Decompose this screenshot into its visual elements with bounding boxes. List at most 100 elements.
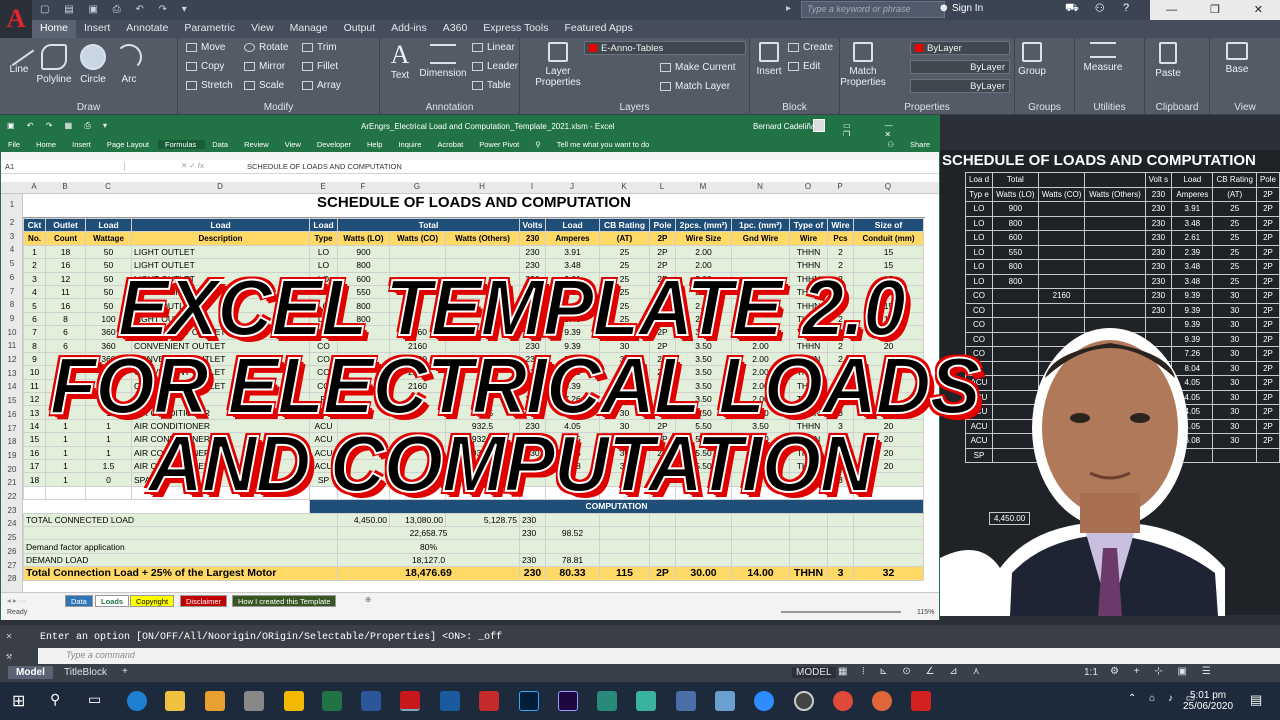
column-subtitle[interactable]: Type <box>309 231 338 246</box>
table-cell[interactable] <box>731 552 790 568</box>
column-subtitle[interactable]: Pcs <box>827 231 854 246</box>
table-cell[interactable] <box>827 512 854 527</box>
table-cell[interactable]: 230 <box>519 525 546 541</box>
model-space-toggle[interactable]: MODEL <box>792 667 836 678</box>
table-cell[interactable] <box>85 485 132 501</box>
column-title[interactable]: Size of <box>853 217 924 233</box>
sheet-tab-disclaimer[interactable]: Disclaimer <box>180 595 228 607</box>
tab-express-tools[interactable]: Express Tools <box>475 20 556 38</box>
row-header[interactable]: 13 <box>1 369 23 378</box>
column-header[interactable]: I <box>519 182 545 191</box>
table-cell[interactable]: 1 <box>23 244 46 260</box>
table-cell[interactable]: 230 <box>519 566 546 581</box>
edge-icon[interactable] <box>127 691 147 711</box>
mirror-button[interactable]: Mirror <box>244 61 285 72</box>
table-cell[interactable]: 5 <box>23 298 46 313</box>
zoom-slider[interactable] <box>781 611 901 613</box>
powerbi-icon[interactable] <box>284 691 304 711</box>
table-cell[interactable] <box>789 512 828 527</box>
array-button[interactable]: Array <box>302 80 341 91</box>
tab-output[interactable]: Output <box>336 20 384 38</box>
table-cell[interactable]: 25 <box>599 244 650 260</box>
layer-dropdown[interactable]: E-Anno-Tables <box>584 41 746 55</box>
file-explorer-icon[interactable] <box>165 691 185 711</box>
modify-group-title[interactable]: Modify <box>178 102 379 113</box>
sheet-nav-arrows[interactable]: ◂ ▸ ··· <box>7 596 26 605</box>
table-cell[interactable]: 18,127.0 <box>337 552 520 568</box>
table-cell[interactable]: 5,128.75 <box>445 512 520 527</box>
close-icon[interactable]: ✕ <box>1237 0 1280 20</box>
menu-power-pivot[interactable]: Power Pivot <box>472 140 528 149</box>
minimize-icon[interactable]: — <box>1150 0 1193 20</box>
table-cell[interactable] <box>45 485 86 501</box>
column-header[interactable]: N <box>731 182 789 191</box>
paste-button[interactable]: Paste <box>1153 42 1183 79</box>
row-header[interactable]: 27 <box>1 561 23 570</box>
layout-tab-model[interactable]: Model <box>8 666 53 679</box>
layer-properties-button[interactable]: Layer Properties <box>528 42 588 88</box>
table-cell[interactable]: 98.52 <box>545 525 600 541</box>
column-title[interactable]: CB Rating <box>599 217 650 233</box>
draw-group-title[interactable]: Draw <box>0 102 177 113</box>
column-header[interactable]: Q <box>853 182 923 191</box>
table-cell[interactable] <box>731 244 790 260</box>
row-header[interactable]: 1 <box>1 200 23 209</box>
row-header[interactable]: 5 <box>1 259 23 268</box>
table-cell[interactable]: 2P <box>649 244 676 260</box>
windows-start-icon[interactable]: ⊞ <box>12 691 25 711</box>
table-cell[interactable]: 4,450.00 <box>337 512 390 527</box>
table-cell[interactable] <box>675 512 732 527</box>
text-button[interactable]: A Text <box>384 40 416 81</box>
column-header[interactable]: L <box>649 182 675 191</box>
table-cell[interactable] <box>789 539 828 554</box>
autocad-taskbar-icon[interactable] <box>400 691 420 711</box>
table-cell[interactable]: 50 <box>85 244 132 260</box>
app-icon-5[interactable] <box>794 691 814 711</box>
table-cell[interactable]: 6 <box>45 325 86 340</box>
row-header[interactable]: 9 <box>1 314 23 323</box>
workspace-icons[interactable]: ⚙ + ⊹ ▣ ☰ <box>1110 666 1217 677</box>
excel-taskbar-icon[interactable] <box>322 691 342 711</box>
drafting-status-icons[interactable]: ▦ ⦙ ⊾ ⊙ ∠ ⊿ ⋏ <box>838 666 986 677</box>
view-group-title[interactable]: View <box>1210 102 1280 113</box>
menu-help[interactable]: Help <box>360 140 391 149</box>
table-cell[interactable]: 4 <box>23 284 46 300</box>
fx-icon[interactable]: ✕ ✓ 𝑓x <box>181 161 204 171</box>
layout-tab-titleblock[interactable]: TitleBlock <box>64 667 107 678</box>
name-box[interactable]: A1 <box>5 162 125 171</box>
menu-insert[interactable]: Insert <box>65 140 100 149</box>
base-button[interactable]: Base <box>1222 42 1252 75</box>
cart-icon[interactable]: ⛟ ⚇ <box>1065 2 1112 16</box>
table-cell[interactable]: 1 <box>45 432 86 447</box>
table-cell[interactable]: 12 <box>45 271 86 286</box>
tell-me-input[interactable]: Tell me what you want to do <box>550 140 880 149</box>
column-subtitle[interactable]: Wattage <box>85 231 132 246</box>
table-cell[interactable] <box>853 552 924 568</box>
table-cell[interactable]: 14 <box>23 418 46 434</box>
column-header[interactable]: C <box>85 182 131 191</box>
table-cell[interactable]: 8 <box>45 311 86 327</box>
table-cell[interactable]: 6 <box>23 311 46 327</box>
table-cell[interactable]: Total Connection Load + 25% of the Large… <box>23 566 338 581</box>
table-cell[interactable]: 1 <box>85 432 132 447</box>
column-subtitle[interactable]: Description <box>131 231 310 246</box>
table-cell[interactable]: Demand factor application <box>23 539 338 554</box>
row-header[interactable]: 15 <box>1 396 23 405</box>
clipboard-group-title[interactable]: Clipboard <box>1145 102 1209 113</box>
row-header[interactable]: 8 <box>1 300 23 309</box>
table-cell[interactable]: 18,476.69 <box>337 566 520 581</box>
column-title[interactable]: Wire <box>827 217 854 233</box>
table-cell[interactable] <box>789 525 828 541</box>
row-header[interactable]: 14 <box>1 382 23 391</box>
chrome-icon-2[interactable] <box>872 691 892 711</box>
table-cell[interactable] <box>599 552 650 568</box>
row-header[interactable]: 20 <box>1 465 23 474</box>
tab-insert[interactable]: Insert <box>76 20 118 38</box>
add-layout-icon[interactable]: + <box>122 666 128 677</box>
menu-review[interactable]: Review <box>237 140 278 149</box>
table-cell[interactable]: 13,080.00 <box>389 512 446 527</box>
column-title[interactable]: Volts <box>519 217 546 233</box>
column-title[interactable]: Load <box>131 217 310 233</box>
zoom-icon[interactable] <box>754 691 774 711</box>
table-cell[interactable]: 13 <box>23 405 46 420</box>
